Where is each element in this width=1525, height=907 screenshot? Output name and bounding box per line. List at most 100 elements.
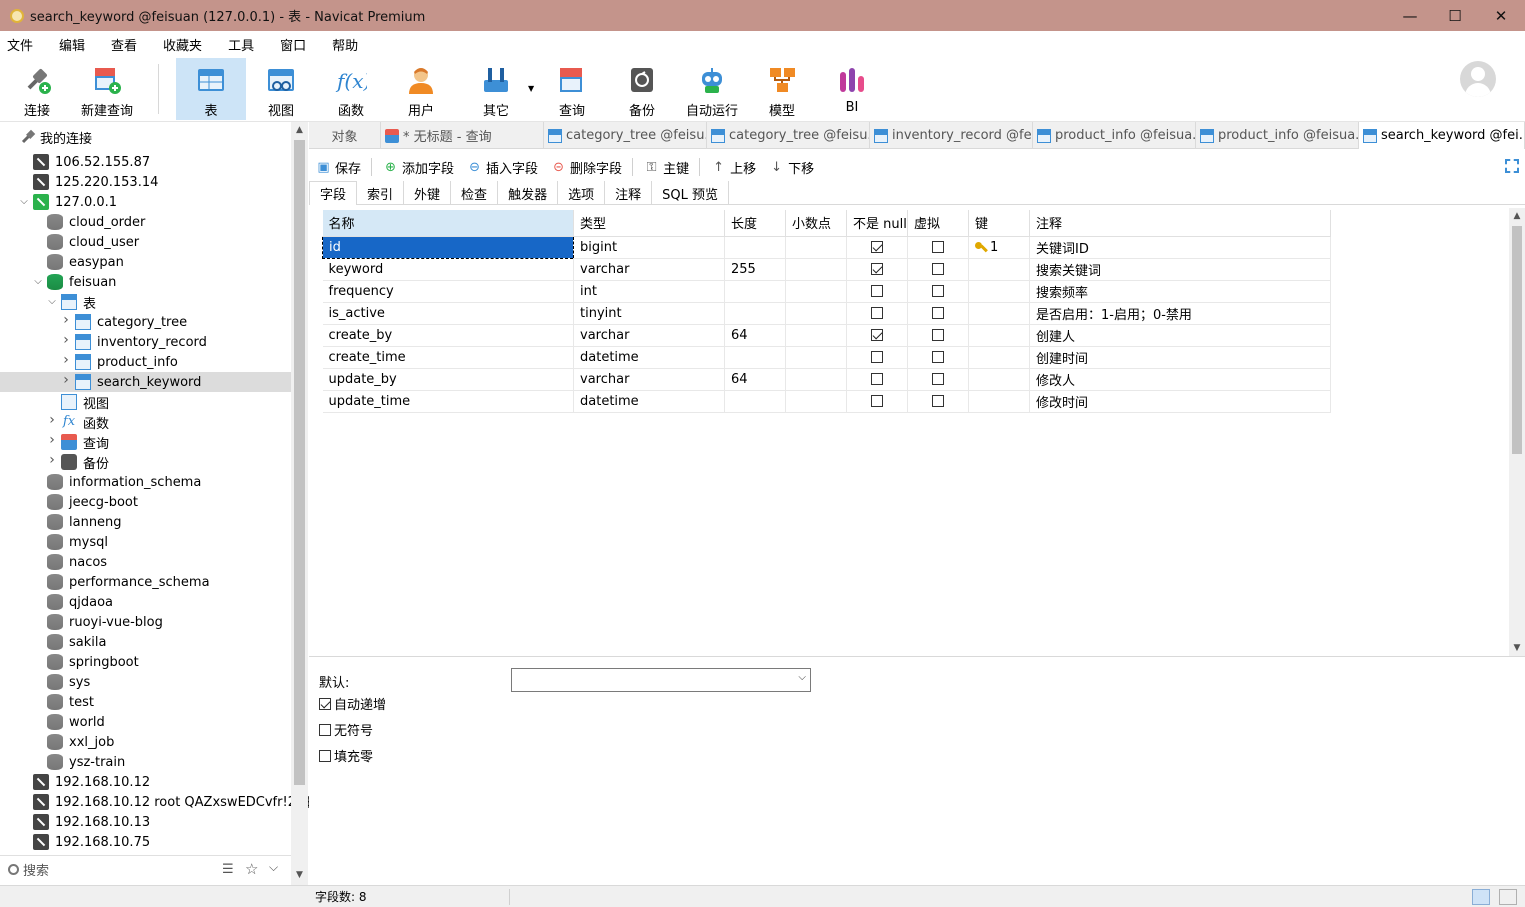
column-header[interactable]: 名称 [322, 210, 574, 237]
split-view-icon[interactable] [1499, 889, 1517, 905]
field-notnull-cell[interactable] [846, 302, 908, 325]
field-decimal-cell[interactable] [785, 236, 847, 259]
tab-objects[interactable]: 对象 [309, 122, 381, 149]
toolbar-others-button[interactable]: 其它 [461, 58, 531, 120]
field-length-cell[interactable] [724, 236, 786, 259]
menu-window[interactable]: 窗口 [273, 35, 318, 54]
collapse-chevron-icon[interactable]: › [47, 453, 57, 467]
toolbar-model-button[interactable]: 模型 [747, 58, 817, 120]
toolbar-automation-button[interactable]: 自动运行 [677, 58, 747, 120]
field-type-cell[interactable]: datetime [573, 390, 725, 413]
tree-item[interactable]: lanneng [0, 512, 291, 532]
tree-item[interactable]: xxl_job [0, 732, 291, 752]
tree-item[interactable]: › 备份 [0, 452, 291, 472]
field-name-cell[interactable]: is_active [322, 302, 574, 325]
tree-item[interactable]: ⌵ feisuan [0, 272, 291, 292]
add-field-button[interactable]: ⊕ 添加字段 [383, 158, 454, 177]
field-type-cell[interactable]: varchar [573, 258, 725, 281]
field-length-cell[interactable]: 64 [724, 324, 786, 347]
tree-item[interactable]: cloud_user [0, 232, 291, 252]
toolbar-table-button[interactable]: 表 [176, 58, 246, 120]
column-header[interactable]: 不是 null [846, 210, 908, 237]
field-name-cell[interactable]: create_time [322, 346, 574, 369]
tree-item[interactable]: › search_keyword [0, 372, 291, 392]
auto-increment-checkbox[interactable]: 自动递增 [319, 694, 386, 713]
column-header[interactable]: 长度 [724, 210, 786, 237]
tree-item[interactable]: cloud_order [0, 212, 291, 232]
document-tab[interactable]: inventory_record @fe... [870, 122, 1033, 149]
table-row[interactable]: keyword varchar 255 搜索关键词 [322, 258, 1331, 281]
field-decimal-cell[interactable] [785, 368, 847, 391]
subtab[interactable]: 选项 [558, 181, 606, 205]
field-key-cell[interactable] [968, 302, 1030, 325]
notnull-checkbox[interactable] [871, 263, 883, 275]
tree-item[interactable]: springboot [0, 652, 291, 672]
collapse-chevron-icon[interactable]: › [47, 413, 57, 427]
field-notnull-cell[interactable] [846, 324, 908, 347]
table-row[interactable]: update_by varchar 64 修改人 [322, 368, 1331, 391]
scrollbar-thumb[interactable] [1512, 226, 1522, 454]
virtual-checkbox[interactable] [932, 307, 944, 319]
sidebar-scrollbar[interactable]: ▲ ▼ [291, 122, 308, 885]
field-virtual-cell[interactable] [907, 236, 969, 259]
tree-item[interactable]: › product_info [0, 352, 291, 372]
field-name-cell[interactable]: update_time [322, 390, 574, 413]
checkbox-icon[interactable] [319, 723, 331, 736]
field-type-cell[interactable]: tinyint [573, 302, 725, 325]
tree-item[interactable]: ruoyi-vue-blog [0, 612, 291, 632]
checkbox-icon[interactable] [319, 749, 331, 762]
scroll-up-icon[interactable]: ▲ [291, 122, 308, 138]
field-comment-cell[interactable]: 创建时间 [1029, 346, 1331, 369]
subtab[interactable]: 触发器 [498, 181, 559, 205]
delete-field-button[interactable]: ⊝ 删除字段 [551, 158, 622, 177]
virtual-checkbox[interactable] [932, 241, 944, 253]
checkbox-icon[interactable] [319, 697, 331, 710]
field-key-cell[interactable] [968, 324, 1030, 347]
notnull-checkbox[interactable] [871, 329, 883, 341]
subtab[interactable]: 字段 [309, 181, 358, 205]
scroll-down-icon[interactable]: ▼ [291, 867, 308, 883]
document-tab[interactable]: category_tree @feisu... [544, 122, 707, 149]
tree-item[interactable]: world [0, 712, 291, 732]
table-row[interactable]: update_time datetime 修改时间 [322, 390, 1331, 413]
collapse-chevron-icon[interactable]: › [61, 313, 71, 327]
tree-item[interactable]: 192.168.10.12 root QAZxswEDCvfr!23$ [0, 792, 313, 812]
field-key-cell[interactable] [968, 368, 1030, 391]
tree-item[interactable]: easypan [0, 252, 291, 272]
field-notnull-cell[interactable] [846, 258, 908, 281]
field-name-cell[interactable]: id [322, 235, 574, 259]
save-button[interactable]: ▣ 保存 [316, 158, 361, 177]
move-up-button[interactable]: ↑ 上移 [711, 158, 756, 177]
document-tab[interactable]: category_tree @feisu... [707, 122, 870, 149]
tree-item[interactable]: ysz-train [0, 752, 291, 772]
document-tab[interactable]: search_keyword @fei... [1359, 122, 1525, 149]
tree-item[interactable]: 192.168.10.75 [0, 832, 291, 852]
field-length-cell[interactable] [724, 302, 786, 325]
menu-favorites[interactable]: 收藏夹 [156, 35, 214, 54]
zerofill-checkbox[interactable]: 填充零 [319, 746, 373, 765]
notnull-checkbox[interactable] [871, 395, 883, 407]
scroll-down-icon[interactable]: ▼ [1509, 640, 1525, 656]
field-type-cell[interactable]: datetime [573, 346, 725, 369]
toolbar-connect-button[interactable]: 连接 [2, 58, 72, 120]
tree-item[interactable]: 视图 [0, 392, 291, 412]
default-value-select[interactable]: ⌵ [511, 668, 811, 692]
field-notnull-cell[interactable] [846, 368, 908, 391]
virtual-checkbox[interactable] [932, 285, 944, 297]
menu-tools[interactable]: 工具 [221, 35, 266, 54]
field-notnull-cell[interactable] [846, 346, 908, 369]
collapse-icon[interactable]: ⌵ [269, 860, 278, 875]
unsigned-checkbox[interactable]: 无符号 [319, 720, 373, 739]
field-name-cell[interactable]: frequency [322, 280, 574, 303]
field-length-cell[interactable] [724, 390, 786, 413]
field-length-cell[interactable] [724, 346, 786, 369]
field-length-cell[interactable]: 64 [724, 368, 786, 391]
field-decimal-cell[interactable] [785, 302, 847, 325]
menu-file[interactable]: 文件 [0, 35, 45, 54]
field-decimal-cell[interactable] [785, 346, 847, 369]
subtab[interactable]: 检查 [451, 181, 499, 205]
close-button[interactable]: ✕ [1478, 0, 1524, 31]
field-type-cell[interactable]: varchar [573, 368, 725, 391]
table-row[interactable]: id bigint 1 关键词ID [322, 235, 1331, 259]
tree-item[interactable]: ⌵ 表 [0, 292, 291, 312]
